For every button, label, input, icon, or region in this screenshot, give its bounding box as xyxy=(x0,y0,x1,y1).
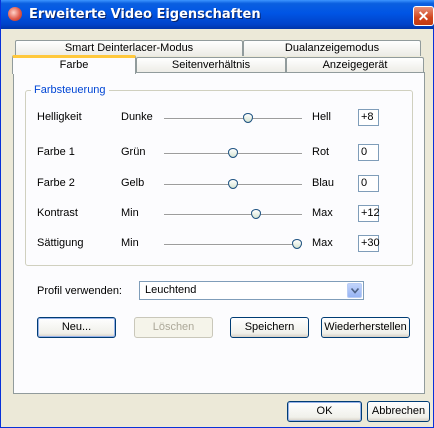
new-button[interactable]: Neu... xyxy=(37,317,116,338)
slider-min-label: Min xyxy=(121,237,139,249)
close-icon: ✕ xyxy=(417,8,430,24)
slider-label: Farbe 2 xyxy=(37,177,75,189)
tab-farbe[interactable]: Farbe xyxy=(12,55,136,74)
slider-max-label: Hell xyxy=(312,111,331,123)
slider-label: Helligkeit xyxy=(37,111,82,123)
tab-anzeigegeraet[interactable]: Anzeigegerät xyxy=(286,57,424,73)
tab-seitenverhaeltnis[interactable]: Seitenverhältnis xyxy=(136,57,286,73)
save-button[interactable]: Speichern xyxy=(230,317,309,338)
slider-value-field[interactable]: 0 xyxy=(358,175,379,192)
ok-button[interactable]: OK xyxy=(287,401,362,422)
slider-label: Kontrast xyxy=(37,207,78,219)
title-bar[interactable]: Erweiterte Video Eigenschaften ✕ xyxy=(1,0,434,29)
slider-label: Farbe 1 xyxy=(37,146,75,158)
slider-min-label: Min xyxy=(121,207,139,219)
slider-min-label: Dunke xyxy=(121,111,153,123)
slider-value-field[interactable]: +30 xyxy=(358,235,380,252)
slider-track[interactable] xyxy=(164,244,302,246)
slider-label: Sättigung xyxy=(37,237,84,249)
tab-smart-deinterlacer[interactable]: Smart Deinterlacer-Modus xyxy=(15,40,243,56)
slider-track[interactable] xyxy=(164,118,302,120)
restore-button[interactable]: Wiederherstellen xyxy=(321,317,410,338)
chevron-down-icon xyxy=(351,288,359,294)
profile-select[interactable]: Leuchtend xyxy=(139,281,364,300)
cancel-button[interactable]: Abbrechen xyxy=(367,401,430,422)
slider-max-label: Max xyxy=(312,237,333,249)
slider-max-label: Max xyxy=(312,207,333,219)
delete-button[interactable]: Löschen xyxy=(134,317,213,338)
slider-value-field[interactable]: 0 xyxy=(358,144,379,161)
slider-min-label: Gelb xyxy=(121,177,145,189)
window-title: Erweiterte Video Eigenschaften xyxy=(29,7,261,22)
slider-track[interactable] xyxy=(164,214,302,216)
profile-selected-value: Leuchtend xyxy=(145,284,197,296)
dialog-window: Erweiterte Video Eigenschaften ✕ Smart D… xyxy=(0,0,434,428)
tab-dualanzeige[interactable]: Dualanzeigemodus xyxy=(243,40,421,56)
app-icon xyxy=(8,7,22,21)
slider-min-label: Grün xyxy=(121,146,146,158)
slider-value-field[interactable]: +12 xyxy=(358,205,380,222)
group-label: Farbsteuerung xyxy=(31,84,109,96)
slider-max-label: Rot xyxy=(312,146,330,158)
profile-label: Profil verwenden: xyxy=(37,285,122,297)
slider-max-label: Blau xyxy=(312,177,335,189)
close-button[interactable]: ✕ xyxy=(413,6,434,26)
dropdown-button[interactable] xyxy=(347,283,362,298)
slider-value-field[interactable]: +8 xyxy=(358,109,379,126)
